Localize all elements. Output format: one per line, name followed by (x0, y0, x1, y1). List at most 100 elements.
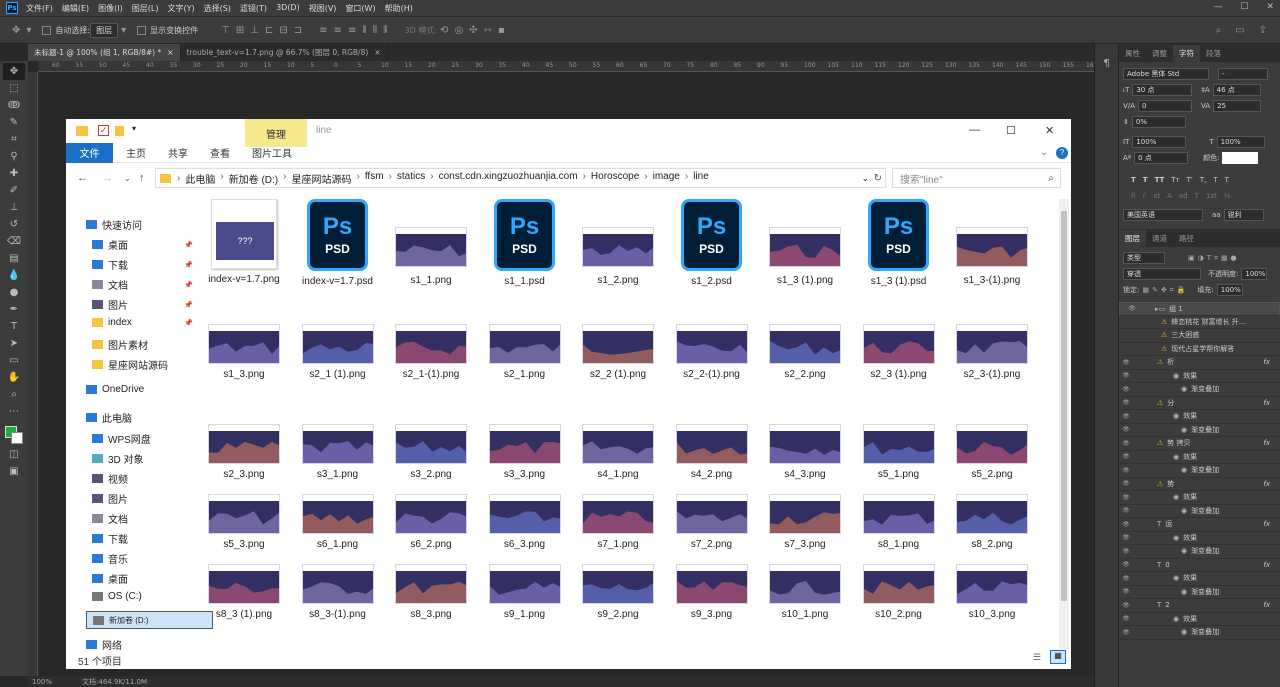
font-style-field[interactable]: - (1218, 68, 1268, 80)
superscript-icon[interactable]: 1st (1206, 192, 1217, 200)
pin-icon[interactable]: 📌 (184, 261, 193, 269)
align-vcenter-icon[interactable]: ⊞ (236, 25, 244, 36)
file-item[interactable]: s4_1.png (573, 424, 663, 481)
scale-3d-icon[interactable]: ▪ (498, 25, 505, 36)
pin-icon[interactable]: 📌 (184, 241, 193, 249)
swash-icon[interactable]: A (1167, 192, 1172, 200)
file-item[interactable]: s4_3.png (760, 424, 850, 481)
eye-icon[interactable]: 👁 (1119, 521, 1133, 528)
layer-row[interactable]: 👁 ◉ 渐变叠加 (1119, 586, 1280, 599)
menu-item[interactable]: 3D(D) (276, 3, 300, 14)
ligature-icon[interactable]: fi (1131, 192, 1135, 200)
file-item[interactable]: s3_3.png (480, 424, 570, 481)
layer-row[interactable]: 👁 T 2 fx (1119, 599, 1280, 613)
breadcrumb-item[interactable]: 星座网站源码 (291, 171, 351, 186)
nav-item[interactable]: 图片素材 (92, 337, 148, 352)
eye-icon[interactable]: 👁 (1119, 467, 1133, 474)
opacity-field[interactable]: 100% (1241, 268, 1268, 280)
rotate-3d-icon[interactable]: ⟲ (440, 25, 448, 36)
menu-item[interactable]: 文件(F) (26, 3, 53, 14)
menu-item[interactable]: 视图(V) (309, 3, 337, 14)
nav-item[interactable]: 此电脑 (86, 410, 132, 425)
align-bottom-icon[interactable]: ⊥ (250, 25, 259, 36)
file-item[interactable]: s6_3.png (480, 494, 570, 551)
fx-icon[interactable]: fx (1263, 399, 1270, 407)
brush-tool-icon[interactable]: ✐ (3, 182, 25, 199)
baseline-field[interactable]: 0 点 (1134, 152, 1189, 164)
close-icon[interactable]: × (374, 48, 380, 57)
nav-item[interactable]: 音乐 (92, 551, 128, 566)
hand-tool-icon[interactable]: ✋ (3, 369, 25, 386)
distribute-icon[interactable]: ⦀ (373, 25, 377, 36)
file-item[interactable]: Ps PSD s1_3 (1).psd (854, 199, 944, 288)
layer-row[interactable]: 👁 ◉ 效果 (1119, 572, 1280, 586)
file-item[interactable]: s8_3 (1).png (199, 564, 289, 621)
eye-icon[interactable]: 👁 (1119, 372, 1133, 379)
move-tool-icon[interactable]: ✥ (12, 25, 20, 36)
layer-row[interactable]: 👁 ◉ 渐变叠加 (1119, 424, 1280, 437)
background-color[interactable] (11, 432, 23, 444)
file-item[interactable]: s8_2.png (947, 494, 1037, 551)
nav-item[interactable]: 下载 📌 (92, 257, 193, 272)
zoom-level[interactable]: 100% (32, 678, 52, 686)
layer-row[interactable]: 👁 ◉ 效果 (1119, 491, 1280, 505)
tab-share[interactable]: 共享 (157, 145, 199, 160)
layer-row[interactable]: 👁 ◉ 渐变叠加 (1119, 464, 1280, 478)
file-item[interactable]: s2_1 (1).png (293, 324, 383, 381)
layer-row[interactable]: 👁 ⚠ 势 fx (1119, 478, 1280, 491)
eye-icon[interactable]: 👁 (1119, 494, 1133, 501)
fx-icon[interactable]: fx (1263, 561, 1270, 569)
share-icon[interactable]: ⇪ (1259, 25, 1267, 36)
menu-item[interactable]: 帮助(H) (385, 3, 413, 14)
large-icons-view-icon[interactable]: ▦ (1050, 650, 1066, 664)
nav-item[interactable]: 图片 📌 (92, 297, 193, 312)
align-hcenter-icon[interactable]: ⊟ (279, 25, 287, 36)
chevron-down-icon[interactable]: ▾ (26, 25, 31, 36)
eye-icon[interactable]: 👁 (1119, 548, 1133, 555)
layer-row[interactable]: 👁 ◉ 渐变叠加 (1119, 545, 1280, 559)
eye-icon[interactable]: 👁 (1119, 426, 1133, 433)
details-view-icon[interactable]: ☰ (1033, 652, 1041, 663)
maximize-icon[interactable]: ☐ (1240, 2, 1248, 12)
eye-icon[interactable]: 👁 (1119, 440, 1133, 447)
nav-item[interactable]: 星座网站源码 (92, 357, 168, 372)
layer-row[interactable]: 👁 ◉ 效果 (1119, 410, 1280, 424)
nav-item[interactable]: 视频 (92, 471, 128, 486)
kerning-field[interactable]: 0 (1137, 100, 1192, 112)
eye-icon[interactable]: 👁 (1119, 413, 1133, 420)
distribute-icon[interactable]: ≡ (319, 25, 327, 36)
pin-icon[interactable]: 📌 (184, 301, 193, 309)
file-item[interactable]: s2_3-(1).png (947, 324, 1037, 381)
pin-icon[interactable]: 📌 (184, 281, 193, 289)
pin-icon[interactable]: 📌 (184, 319, 193, 327)
address-bar[interactable]: › 此电脑 › 新加卷 (D:) › 星座网站源码 › ffsm › statics › const… (155, 168, 886, 188)
breadcrumb-item[interactable]: ffsm (365, 171, 384, 186)
vertical-scale-field[interactable]: 100% (1132, 136, 1187, 148)
workspace-icon[interactable]: ▭ (1235, 25, 1244, 36)
forward-icon[interactable]: → (102, 172, 113, 184)
nav-item[interactable]: 网络 (86, 637, 122, 652)
file-item[interactable]: s3_2.png (386, 424, 476, 481)
file-item[interactable]: s10_3.png (947, 564, 1037, 621)
layer-row[interactable]: 👁 T 运 fx (1119, 518, 1280, 532)
nav-item[interactable]: 快速访问 (86, 217, 142, 232)
file-item[interactable]: s3_1.png (293, 424, 383, 481)
language-select[interactable]: 美国英语 (1123, 209, 1203, 221)
distribute-icon[interactable]: ⦀ (383, 25, 387, 36)
leading-field[interactable]: 46 点 (1212, 84, 1261, 96)
menu-item[interactable]: 滤镜(T) (240, 3, 267, 14)
file-item[interactable]: Ps PSD s1_2.psd (667, 199, 757, 288)
layer-row[interactable]: 👁 ▸▭ 组 1 (1119, 302, 1280, 316)
slide-3d-icon[interactable]: ⇿ (484, 25, 492, 36)
search-icon[interactable]: ⌕ (1216, 25, 1222, 36)
chevron-down-icon[interactable]: ▾ (121, 25, 126, 36)
proportional-spacing-field[interactable]: 0% (1131, 116, 1186, 128)
menu-item[interactable]: 窗口(W) (345, 3, 375, 14)
nav-item[interactable]: 文档 (92, 511, 128, 526)
layer-row[interactable]: 👁 ◉ 渐变叠加 (1119, 505, 1280, 518)
eye-icon[interactable]: 👁 (1119, 602, 1133, 609)
gradient-tool-icon[interactable]: ▤ (3, 250, 25, 267)
file-item[interactable]: s2_1-(1).png (386, 324, 476, 381)
file-item[interactable]: s4_2.png (667, 424, 757, 481)
stamp-tool-icon[interactable]: ⊥ (3, 199, 25, 216)
